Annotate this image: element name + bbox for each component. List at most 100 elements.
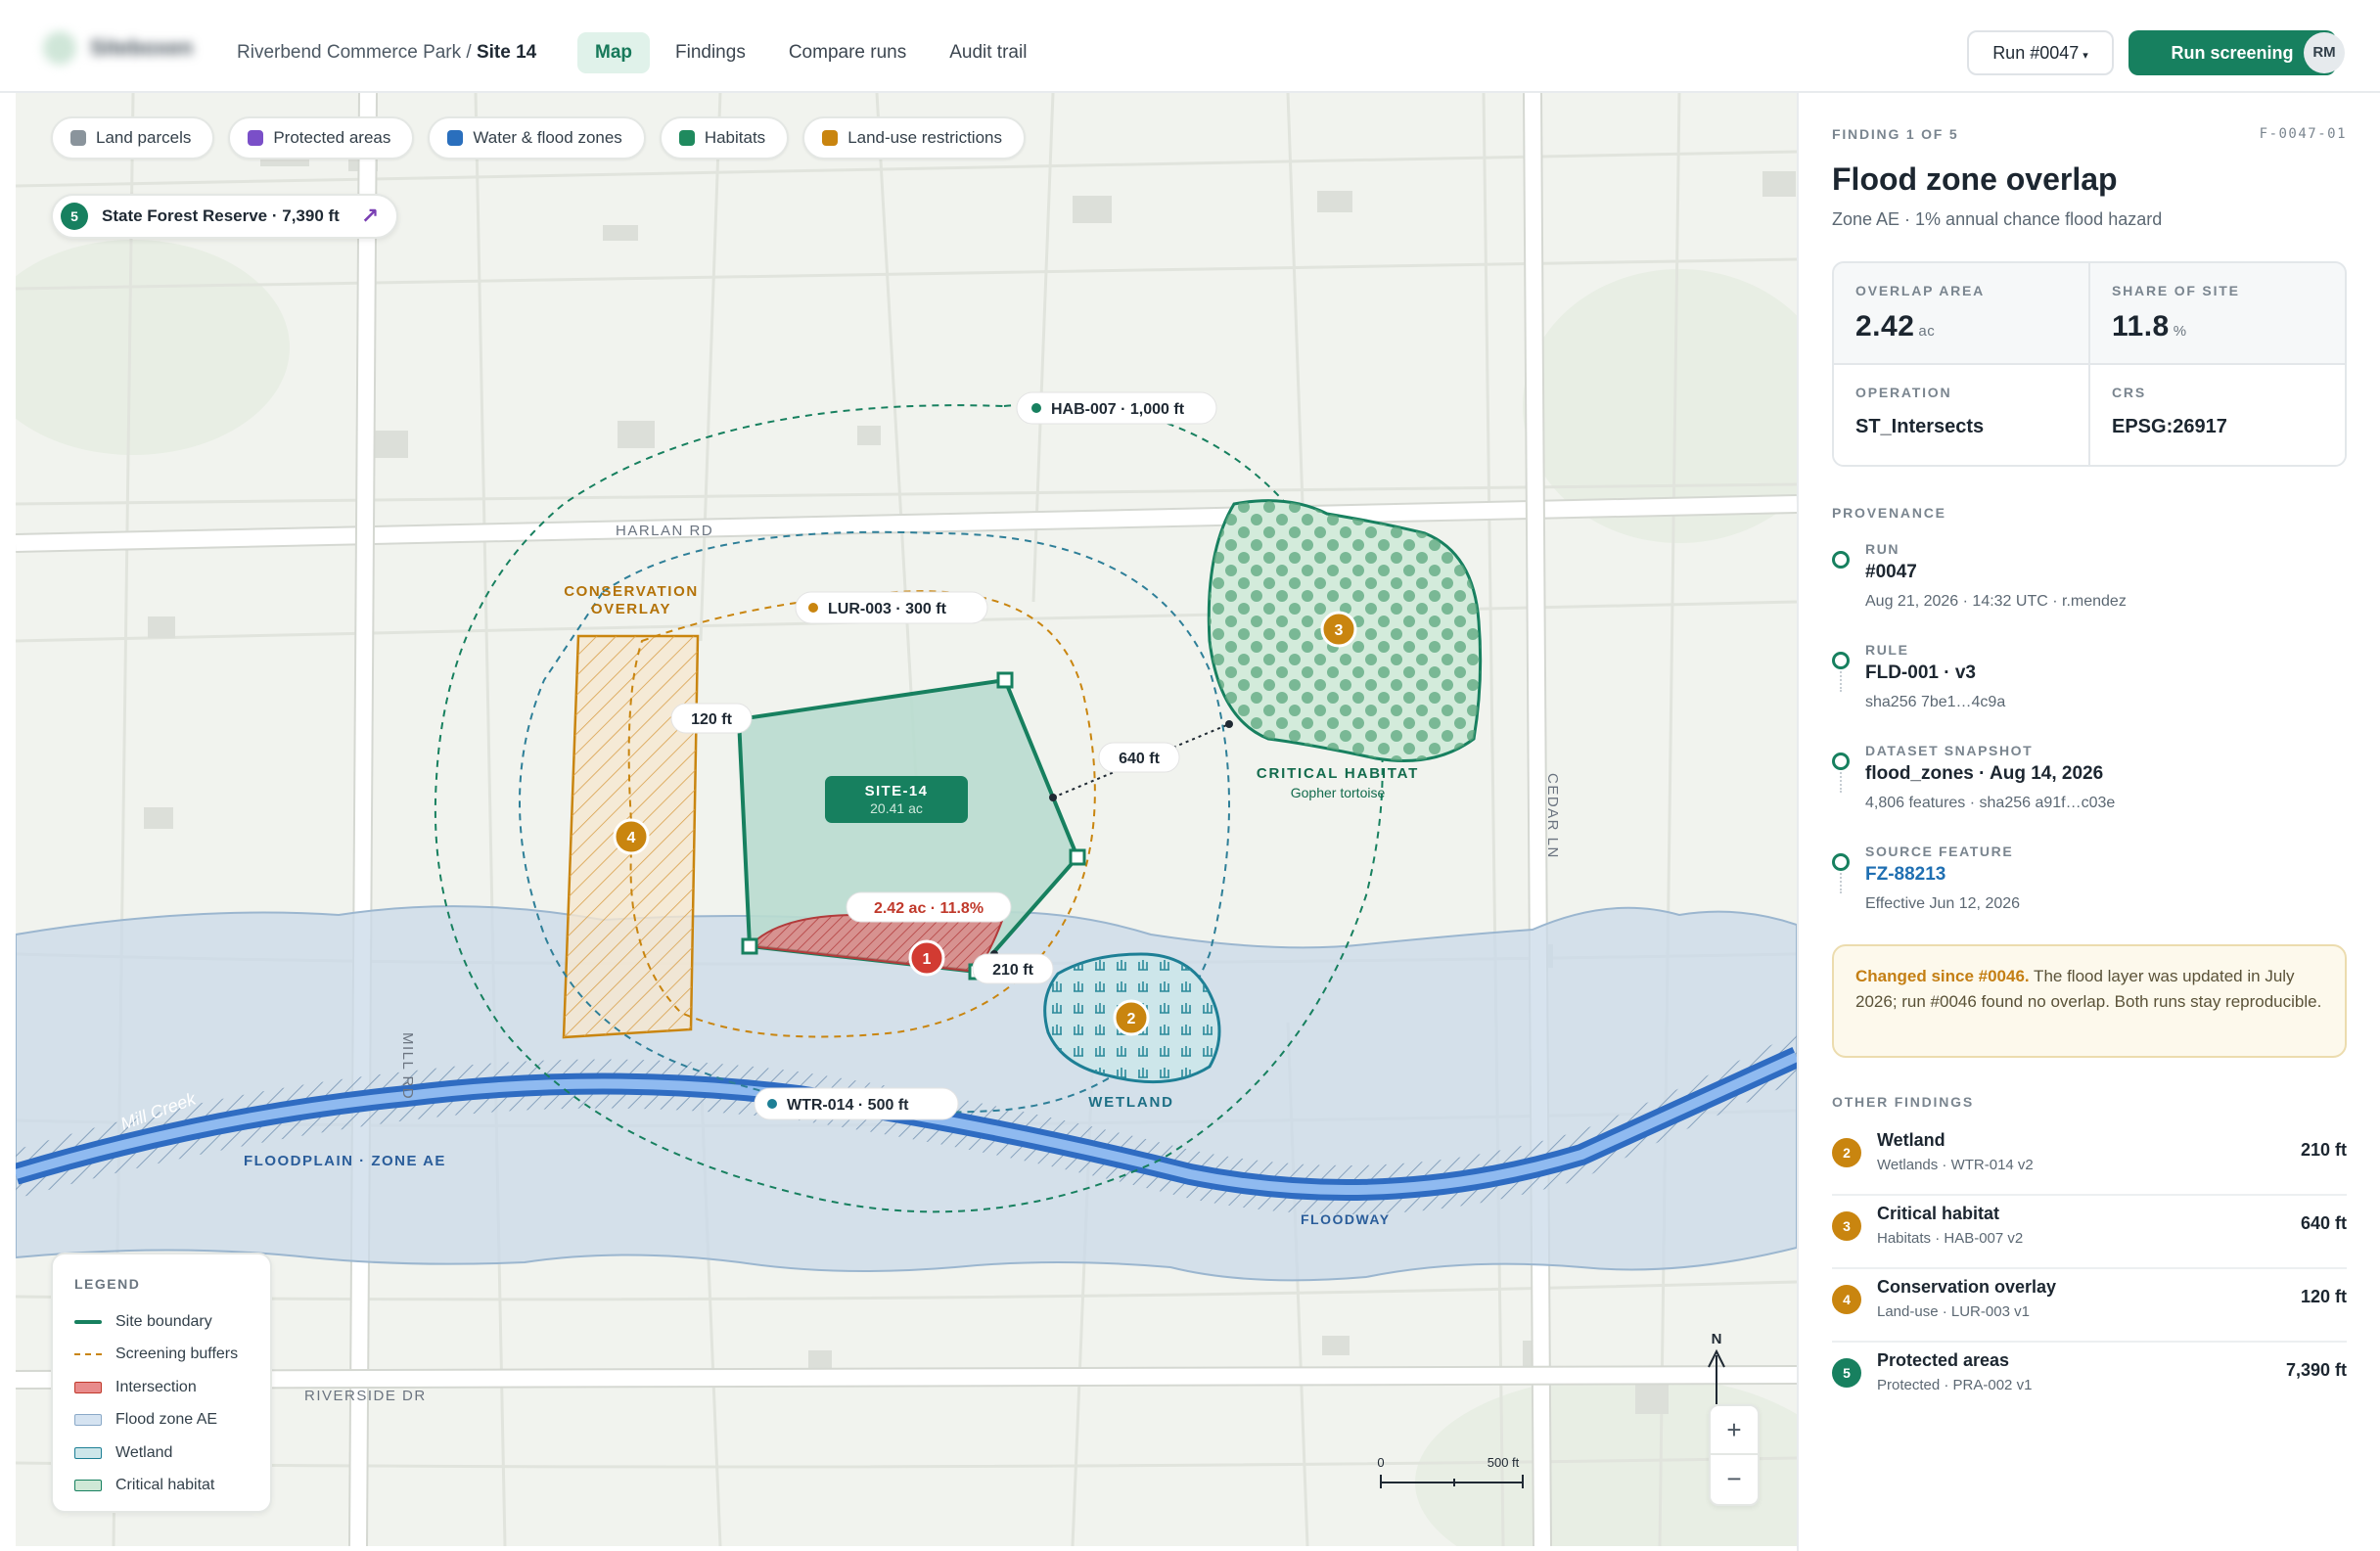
finding-source: Wetlands · WTR-014 v2 — [1877, 1157, 2034, 1173]
stat-label: CRS — [2112, 385, 2146, 400]
layer-chip-label: Protected areas — [273, 128, 391, 147]
finding-distance: 120 ft — [2300, 1287, 2347, 1306]
finding-number-badge: 5 — [1832, 1358, 1861, 1388]
run-select-label: Run #0047 — [1992, 43, 2080, 63]
run-select-dropdown[interactable]: Run #0047 ▾ — [1967, 30, 2114, 75]
provenance-meta: Aug 21, 2026 · 14:32 UTC · r.mendez — [1865, 593, 2127, 610]
finding-name: Conservation overlay — [1877, 1277, 2057, 1297]
provenance-meta: sha256 7be1…4c9a — [1865, 694, 2006, 710]
zoom-in-button[interactable]: + — [1711, 1406, 1758, 1455]
hab-buffer-text: HAB-007 · 1,000 ft — [1051, 401, 1185, 418]
finding-source: Habitats · HAB-007 v2 — [1877, 1230, 2024, 1247]
layer-chip-land-parcels[interactable]: Land parcels — [51, 116, 215, 160]
provenance-label: RUN — [1865, 541, 1900, 557]
finding-counter: FINDING 1 OF 5 — [1832, 126, 1959, 142]
breadcrumb-separator: / — [461, 42, 477, 63]
layer-chip-water-flood[interactable]: Water & flood zones — [428, 116, 646, 160]
tab-map[interactable]: Map — [577, 32, 650, 73]
finding-marker-3[interactable]: 3 — [1320, 611, 1357, 648]
north-label: N — [1712, 1331, 1722, 1347]
road-label-mill: MILL RD — [399, 1032, 416, 1100]
connector-point — [1225, 720, 1233, 728]
site-area: 20.41 ac — [870, 800, 923, 816]
distance-120-text: 120 ft — [691, 711, 732, 728]
finding-detail-panel: FINDING 1 OF 5 F-0047-01 Flood zone over… — [1797, 93, 2380, 1551]
other-finding-conservation-overlay[interactable]: 4 Conservation overlay Land-use · LUR-00… — [1832, 1269, 2347, 1343]
screening-buffers-legend-icon — [74, 1353, 102, 1356]
finding-distance: 7,390 ft — [2285, 1360, 2347, 1380]
finding-name: Protected areas — [1877, 1350, 2010, 1370]
stat-overlap-area: OVERLAP AREA 2.42 ac — [1834, 263, 2090, 365]
road-label-riverside: RIVERSIDE DR — [304, 1388, 427, 1404]
tab-compare-runs[interactable]: Compare runs — [771, 32, 924, 73]
provenance-meta: 4,806 features · sha256 a91f…c03e — [1865, 795, 2116, 811]
zoom-controls: + − — [1709, 1404, 1760, 1506]
change-notice: Changed since #0046. The flood layer was… — [1832, 944, 2347, 1058]
app-logo[interactable]: Siteboxen — [43, 31, 193, 65]
marker-3-number: 3 — [1335, 622, 1344, 639]
other-findings-list: 2 Wetland Wetlands · WTR-014 v2 210 ft 3… — [1799, 1122, 2380, 1436]
provenance-value: #0047 — [1865, 562, 1917, 582]
stat-label: OPERATION — [1855, 385, 1952, 400]
zoom-out-button[interactable]: − — [1711, 1455, 1758, 1504]
offmap-finding-number: 5 — [61, 203, 88, 230]
offmap-finding-state-forest[interactable]: 5 State Forest Reserve · 7,390 ft ↗ — [51, 194, 399, 239]
arrow-up-right-icon: ↗ — [360, 204, 380, 228]
provenance-meta: Effective Jun 12, 2026 — [1865, 895, 2021, 912]
logo-text: Siteboxen — [90, 35, 194, 60]
hab-buffer-dot-icon — [1031, 403, 1041, 413]
road-label-cedar: CEDAR LN — [1544, 773, 1561, 859]
stat-label: OVERLAP AREA — [1855, 283, 1986, 298]
marker-4-number: 4 — [627, 830, 636, 846]
layer-chip-protected-areas[interactable]: Protected areas — [228, 116, 415, 160]
other-finding-wetland[interactable]: 2 Wetland Wetlands · WTR-014 v2 210 ft — [1832, 1122, 2347, 1196]
finding-title: Flood zone overlap — [1832, 161, 2118, 197]
finding-source: Land-use · LUR-003 v1 — [1877, 1303, 2030, 1320]
logo-mark-icon — [43, 31, 76, 65]
stat-value: ST_Intersects — [1855, 416, 1985, 437]
legend-item: Critical habitat — [74, 1470, 249, 1503]
habitats-swatch-icon — [678, 130, 695, 146]
map-svg: HARLAN RD CEDAR LN MILL RD RIVERSIDE DR … — [16, 93, 1797, 1546]
finding-stats-grid: OVERLAP AREA 2.42 ac SHARE OF SITE 11.8% … — [1832, 261, 2347, 467]
finding-marker-2[interactable]: 2 — [1113, 999, 1150, 1036]
layer-chip-label: Water & flood zones — [473, 128, 622, 147]
other-finding-protected-areas[interactable]: 5 Protected areas Protected · PRA-002 v1… — [1832, 1343, 2347, 1416]
timeline-dot-icon — [1832, 853, 1850, 871]
road-label-harlan: HARLAN RD — [616, 523, 713, 539]
legend-item: Site boundary — [74, 1305, 249, 1339]
source-feature-link[interactable]: FZ-88213 — [1865, 864, 1945, 886]
stat-unit: % — [2173, 323, 2187, 340]
tab-findings[interactable]: Findings — [658, 32, 763, 73]
finding-marker-1[interactable]: 1 — [908, 939, 945, 977]
legend-item: Intersection — [74, 1371, 249, 1404]
lur-buffer-dot-icon — [808, 603, 818, 613]
stat-value: EPSG:26917 — [2112, 416, 2227, 437]
layer-chip-label: Land parcels — [96, 128, 192, 147]
tab-audit-trail[interactable]: Audit trail — [932, 32, 1044, 73]
finding-marker-4[interactable]: 4 — [613, 818, 650, 855]
map-canvas[interactable]: HARLAN RD CEDAR LN MILL RD RIVERSIDE DR … — [16, 93, 1797, 1546]
legend-title: LEGEND — [74, 1276, 141, 1292]
change-notice-heading: Changed since #0046. — [1855, 967, 2030, 985]
user-avatar[interactable]: RM — [2304, 32, 2345, 73]
flood-zone-legend-icon — [74, 1414, 102, 1427]
land-use-swatch-icon — [822, 130, 839, 146]
provenance-value: FLD-001 · v3 — [1865, 662, 1976, 683]
stat-crs: CRS EPSG:26917 — [2090, 365, 2345, 465]
legend-label: Flood zone AE — [115, 1411, 218, 1429]
layer-filter-bar: Land parcels Protected areas Water & flo… — [51, 116, 1026, 160]
conservation-label-2: OVERLAY — [591, 601, 671, 617]
gopher-tortoise-label: Gopher tortoise — [1291, 785, 1386, 800]
wtr-buffer-dot-icon — [767, 1099, 777, 1109]
breadcrumb-project[interactable]: Riverbend Commerce Park — [237, 42, 461, 63]
stat-share-of-site: SHARE OF SITE 11.8% — [2090, 263, 2345, 365]
layer-chip-land-use[interactable]: Land-use restrictions — [802, 116, 1026, 160]
other-finding-critical-habitat[interactable]: 3 Critical habitat Habitats · HAB-007 v2… — [1832, 1196, 2347, 1269]
site-name: SITE-14 — [865, 783, 929, 799]
layer-chip-habitats[interactable]: Habitats — [659, 116, 790, 160]
legend-label: Critical habitat — [115, 1477, 215, 1494]
provenance-value: flood_zones · Aug 14, 2026 — [1865, 763, 2104, 784]
finding-subtitle: Zone AE · 1% annual chance flood hazard — [1832, 209, 2163, 229]
finding-number-badge: 4 — [1832, 1285, 1861, 1314]
